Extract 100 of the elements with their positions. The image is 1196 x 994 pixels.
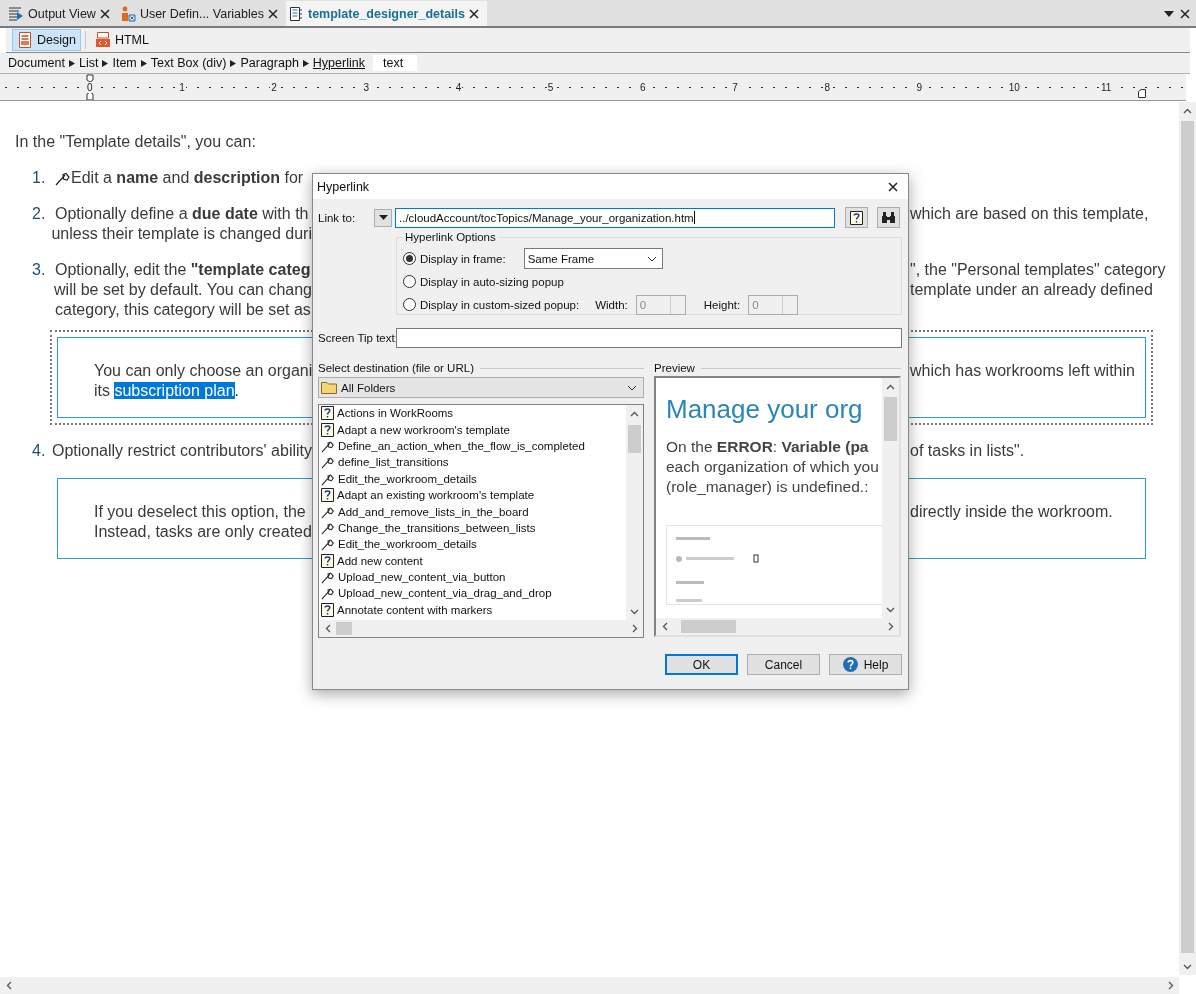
paragraph-text: You can only choose an organi: [94, 361, 313, 381]
scroll-thumb[interactable]: [884, 397, 897, 441]
scroll-up-icon[interactable]: [1183, 107, 1192, 114]
file-list-item[interactable]: Actions in WorkRooms: [321, 405, 626, 422]
scroll-thumb[interactable]: [681, 620, 736, 633]
list-number: 2.: [32, 204, 47, 224]
scroll-down-icon[interactable]: [886, 606, 895, 613]
breadcrumb-link[interactable]: Item: [112, 56, 137, 70]
radio-button[interactable]: [403, 252, 416, 265]
dialog-button[interactable]: Cancel: [747, 654, 820, 675]
field-label: Screen Tip text:: [318, 332, 394, 344]
screen-tip-field[interactable]: [396, 328, 902, 348]
arrow-right-icon: [230, 59, 237, 67]
scroll-thumb[interactable]: [628, 425, 641, 453]
list-scrollbar[interactable]: [626, 405, 643, 620]
view-mode-button[interactable]: HTML: [89, 29, 154, 51]
file-list-item[interactable]: Change_the_transitions_between_lists: [321, 519, 626, 537]
close-icon[interactable]: [99, 8, 110, 19]
file-list-item[interactable]: Edit_the_workroom_details: [321, 536, 626, 553]
horizontal-scrollbar[interactable]: [0, 977, 1179, 994]
close-icon[interactable]: [469, 8, 479, 19]
document-tab[interactable]: template_designer_details: [286, 1, 487, 26]
dialog-button[interactable]: Help: [829, 654, 902, 675]
ruler-number: 2: [270, 81, 278, 93]
breadcrumb-link[interactable]: List: [79, 56, 99, 70]
vertical-scrollbar[interactable]: [1179, 102, 1196, 975]
preview-scrollbar[interactable]: [882, 378, 899, 618]
view-mode-button[interactable]: Design: [12, 29, 81, 51]
binoculars-icon: [881, 211, 896, 224]
help-topic-button[interactable]: [845, 207, 868, 228]
breadcrumb-link[interactable]: Text Box (div): [150, 56, 227, 70]
file-list-item[interactable]: Upload_new_content_via_button: [321, 568, 626, 586]
scroll-left-icon[interactable]: [324, 624, 331, 633]
scroll-right-icon[interactable]: [631, 624, 638, 633]
file-list-item[interactable]: Edit_the_workroom_details: [321, 470, 626, 487]
radio-label: Display in auto-sizing popup: [420, 275, 564, 288]
scroll-left-icon[interactable]: [5, 981, 12, 990]
radio-button[interactable]: [403, 298, 416, 311]
breadcrumb-link[interactable]: Hyperlink: [312, 56, 365, 70]
document-tab[interactable]: User Defin... Variables: [117, 1, 286, 26]
folder-icon: [321, 381, 337, 394]
ruler-number: 8: [823, 81, 831, 93]
search-button[interactable]: [877, 207, 900, 228]
help-page-icon: [850, 210, 863, 225]
design-page-icon: [17, 32, 33, 48]
margin-marker-icon[interactable]: [1138, 89, 1146, 98]
scroll-down-icon[interactable]: [1183, 963, 1192, 970]
folder-dropdown[interactable]: All Folders: [318, 377, 644, 398]
file-list-item[interactable]: Annotate content with markers: [321, 601, 626, 619]
paragraph-text: Optionally restrict contributors' ability: [51, 441, 312, 461]
scroll-right-icon[interactable]: [887, 622, 894, 631]
radio-button[interactable]: [403, 275, 416, 288]
ruler-number: 7: [731, 81, 739, 93]
pen-icon: [321, 586, 335, 601]
scroll-right-icon[interactable]: [1167, 981, 1174, 990]
close-icon[interactable]: [268, 8, 278, 19]
breadcrumb-link[interactable]: Document: [8, 56, 65, 70]
scroll-up-icon[interactable]: [886, 383, 895, 390]
file-list-item[interactable]: Adapt an existing workroom's template: [321, 486, 626, 504]
tag-text: text: [372, 55, 418, 71]
list-hscrollbar[interactable]: [319, 620, 643, 637]
frame-dropdown[interactable]: Same Frame: [523, 248, 663, 269]
ruler-number: 10: [1007, 81, 1021, 93]
pen-icon: [321, 471, 335, 486]
arrow-right-icon: [102, 59, 109, 67]
section-label: Preview: [654, 362, 695, 374]
paragraph-text: Edit a name and description for: [71, 168, 304, 188]
ruler-number: 1: [178, 81, 186, 93]
indent-marker-icon[interactable]: [86, 74, 94, 100]
ruler-number: 6: [639, 81, 647, 93]
close-icon[interactable]: [888, 181, 898, 192]
preview-hscrollbar[interactable]: [656, 618, 899, 635]
file-list-item[interactable]: Adapt a new workroom's template: [321, 421, 626, 438]
file-list-item[interactable]: define_list_transitions: [321, 454, 626, 471]
preview-text: each organization of which you: [666, 457, 880, 477]
file-list-item[interactable]: Add_and_remove_lists_in_the_board: [321, 503, 626, 520]
field-label: Height:: [703, 298, 741, 311]
caret-icon: [378, 215, 388, 220]
scroll-down-icon[interactable]: [630, 608, 639, 615]
scroll-thumb[interactable]: [336, 622, 352, 635]
pen-icon: [321, 570, 335, 585]
ruler-number: 0: [86, 81, 94, 93]
link-field[interactable]: ../cloudAccount/tocTopics/Manage_your_organization.htm: [395, 207, 835, 228]
dialog-button[interactable]: OK: [665, 654, 738, 675]
file-list-item[interactable]: Define_an_action_when_the_flow_is_completed: [321, 437, 626, 455]
close-icon[interactable]: [1180, 9, 1190, 19]
section-label: Select destination (file or URL): [318, 362, 474, 374]
list-number: 1.: [32, 168, 47, 188]
history-dropdown-button[interactable]: [374, 208, 392, 227]
breadcrumb-link[interactable]: Paragraph: [240, 56, 299, 70]
scroll-thumb[interactable]: [1181, 121, 1194, 953]
field-label: Link to:: [318, 211, 357, 224]
paragraph-text: directly inside the workroom.: [910, 503, 1113, 520]
document-tab[interactable]: Output View: [6, 1, 118, 26]
dropdown-icon[interactable]: [1164, 11, 1174, 17]
file-list-item[interactable]: Upload_new_content_via_drag_and_drop: [321, 585, 626, 602]
paragraph-text: If you deselect this option, the: [94, 502, 306, 522]
scroll-left-icon[interactable]: [661, 622, 668, 631]
file-list-item[interactable]: Add new content: [321, 552, 626, 569]
scroll-up-icon[interactable]: [630, 410, 639, 417]
